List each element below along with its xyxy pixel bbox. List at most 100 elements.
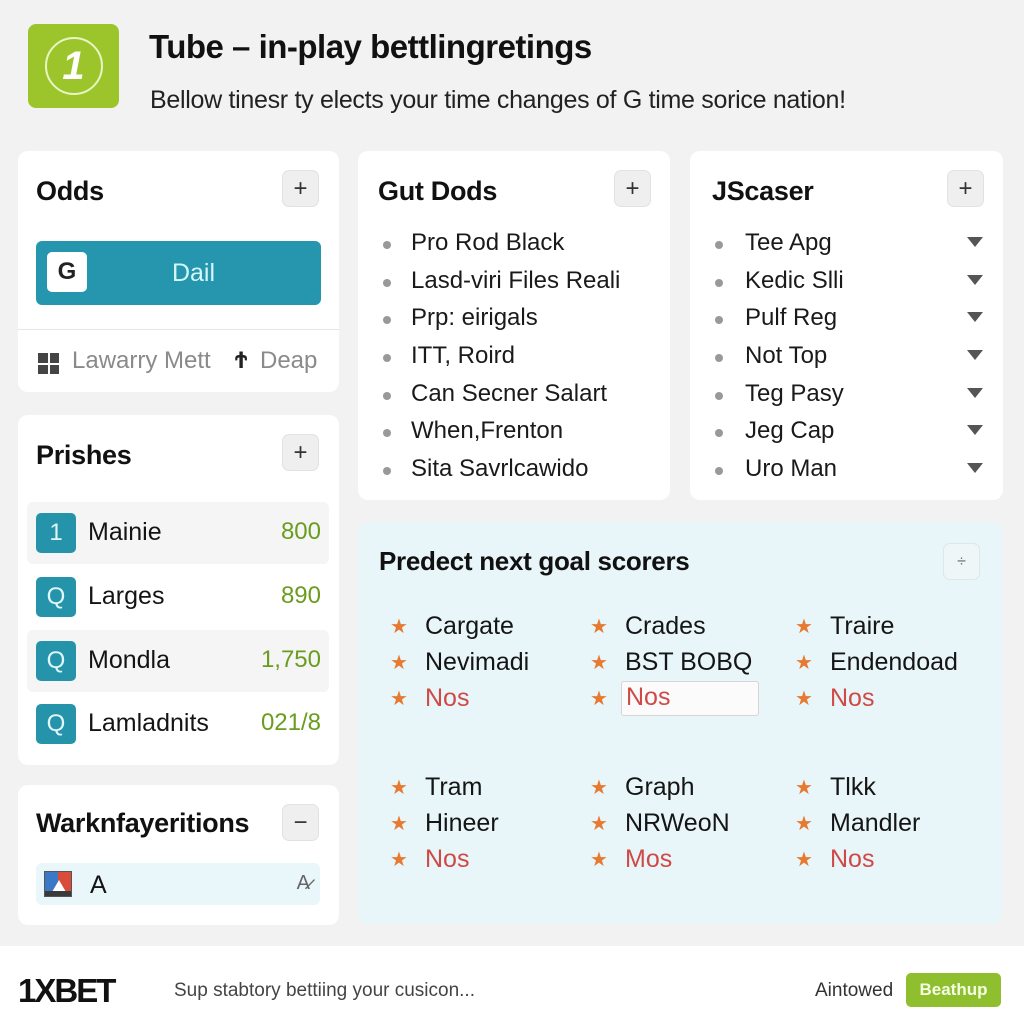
list-item[interactable]: Can Secner Salart: [380, 378, 650, 416]
star-icon: ★: [795, 688, 813, 710]
dial-button[interactable]: G Dail: [36, 241, 321, 305]
collapse-button[interactable]: −: [282, 804, 319, 841]
list-item-label: Pulf Reg: [745, 304, 838, 332]
bullet-icon: [715, 429, 723, 438]
dropdown-item[interactable]: Tee Apg: [712, 227, 983, 265]
list-item[interactable]: Lasd-viri Files Reali: [380, 265, 650, 303]
star-icon: ★: [795, 652, 813, 674]
star-icon: ★: [390, 849, 408, 871]
star-icon: ★: [590, 777, 608, 799]
star-icon: ★: [390, 777, 408, 799]
scorer-option[interactable]: ★ Cargate: [390, 611, 590, 647]
prize-row[interactable]: Q Lamladnits 021/8: [27, 693, 329, 755]
list-item[interactable]: Prp: eirigals: [380, 302, 650, 340]
translate-icon[interactable]: A̷: [297, 872, 310, 895]
caret-down-icon[interactable]: [967, 237, 983, 247]
page-title: Tube – in-play bettlingretings: [149, 28, 592, 65]
list-item[interactable]: ITT, Roird: [380, 340, 650, 378]
list-item-label: Jeg Cap: [745, 417, 835, 445]
scorer-option[interactable]: ★ NRWeoN: [590, 808, 790, 844]
dropdown-item[interactable]: Jeg Cap: [712, 415, 983, 453]
bullet-icon: [383, 467, 391, 476]
scorer-option[interactable]: ★ Tram: [390, 772, 590, 808]
bullet-icon: [715, 241, 723, 249]
dial-button-label: Dail: [171, 259, 216, 287]
caret-down-icon[interactable]: [967, 312, 983, 323]
caret-down-icon[interactable]: [967, 463, 983, 474]
star-icon: ★: [390, 688, 408, 710]
lawarry-mett-link[interactable]: Lawarry Mett: [72, 347, 211, 375]
beathup-button[interactable]: Beathup: [906, 973, 1001, 1007]
prishes-add-button[interactable]: +: [282, 434, 319, 471]
scorer-column: ★ Tram ★ Hineer ★ Nos: [390, 772, 590, 880]
pin-icon: Ϯ: [235, 347, 248, 374]
scorer-option[interactable]: ★ Hineer: [390, 808, 590, 844]
caret-down-icon[interactable]: [967, 274, 983, 285]
warknfayeritions-card: Warknfayeritions − A A̷: [18, 785, 339, 925]
search-icon: Q: [36, 577, 76, 617]
caret-down-icon[interactable]: [967, 350, 983, 361]
brand-logo[interactable]: 1XBET: [18, 972, 116, 1010]
scorer-option[interactable]: ★ Mandler: [795, 808, 995, 844]
dropdown-item[interactable]: Uro Man: [712, 453, 983, 491]
predict-title: Predect next goal scorers: [379, 546, 690, 576]
bullet-icon: [715, 391, 723, 400]
prize-row[interactable]: Q Mondla 1,750: [27, 630, 329, 692]
scorer-option[interactable]: ★ Endendoad: [795, 647, 995, 683]
odds-card: Odds + G Dail Lawarry Mett Ϯ Deap: [18, 151, 339, 392]
jscaser-title: JScaser: [712, 176, 814, 206]
star-icon: ★: [590, 688, 608, 710]
list-item-label: Pro Rod Black: [411, 229, 565, 256]
scorer-option[interactable]: ★ Nos: [795, 844, 995, 880]
bullet-icon: [715, 316, 723, 325]
scorer-name: Mandler: [830, 809, 921, 837]
scorer-option-selected[interactable]: ★ Nos: [590, 681, 790, 719]
aintowed-link[interactable]: Aintowed: [815, 980, 893, 1002]
warkn-row[interactable]: A A̷: [36, 863, 320, 905]
dropdown-item[interactable]: Kedic Slli: [712, 265, 983, 303]
list-item[interactable]: Sita Savrlcawido: [380, 453, 650, 491]
list-item-label: Uro Man: [745, 455, 838, 483]
gut-dods-add-button[interactable]: +: [614, 170, 651, 207]
scorer-option[interactable]: ★ Nevimadi: [390, 647, 590, 683]
scorer-option[interactable]: ★ Mos: [590, 844, 790, 880]
jscaser-add-button[interactable]: +: [947, 170, 984, 207]
bullet-icon: [715, 467, 723, 476]
star-icon: ★: [590, 813, 608, 835]
caret-down-icon[interactable]: [967, 425, 983, 436]
page-subtitle: Bellow tinesr ty elects your time change…: [150, 86, 846, 114]
scorer-name: Hineer: [425, 809, 499, 837]
app-logo[interactable]: 1: [28, 24, 119, 108]
scorer-option[interactable]: ★ Nos: [795, 683, 995, 719]
scorer-name: Mos: [625, 845, 673, 873]
star-icon: ★: [590, 652, 608, 674]
scorer-option[interactable]: ★ Nos: [390, 683, 590, 719]
star-icon: ★: [795, 777, 813, 799]
dropdown-item[interactable]: Teg Pasy: [712, 378, 983, 416]
prize-row[interactable]: 1 Mainie 800: [27, 502, 329, 564]
list-item[interactable]: When,Frenton: [380, 415, 650, 453]
scorer-option[interactable]: ★ Traire: [795, 611, 995, 647]
options-button[interactable]: ÷: [943, 543, 980, 580]
flag-icon: [44, 871, 72, 897]
scorer-option[interactable]: ★ Crades: [590, 611, 790, 647]
prize-row[interactable]: Q Larges 890: [27, 566, 329, 628]
deap-link[interactable]: Deap: [260, 347, 317, 375]
scorer-column: ★ Tlkk ★ Mandler ★ Nos: [795, 772, 995, 880]
scorer-option[interactable]: ★ BST BOBQ: [590, 647, 790, 683]
scorer-option[interactable]: ★ Tlkk: [795, 772, 995, 808]
list-item[interactable]: Pro Rod Black: [380, 227, 650, 265]
logo-one-icon: 1: [44, 37, 103, 95]
dropdown-item[interactable]: Not Top: [712, 340, 983, 378]
grid-icon: [38, 353, 59, 374]
caret-down-icon[interactable]: [967, 387, 983, 398]
scorer-option[interactable]: ★ Graph: [590, 772, 790, 808]
odds-add-button[interactable]: +: [282, 170, 319, 207]
star-icon: ★: [795, 616, 813, 638]
tagline: Sup stabtory bettiing your cusicon...: [174, 980, 475, 1001]
scorer-column: ★ Crades ★ BST BOBQ ★ Nos: [590, 611, 790, 719]
dropdown-item[interactable]: Pulf Reg: [712, 302, 983, 340]
scorer-option[interactable]: ★ Nos: [390, 844, 590, 880]
gut-dods-list: Pro Rod Black Lasd-viri Files Reali Prp:…: [380, 227, 650, 491]
prize-amount: 1,750: [260, 646, 321, 673]
